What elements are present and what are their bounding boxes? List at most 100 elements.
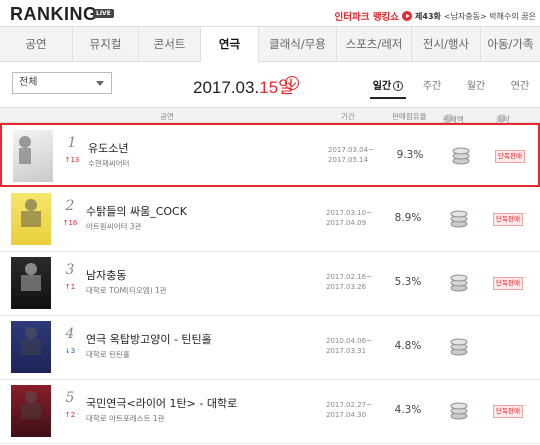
chevron-down-icon bbox=[96, 81, 104, 86]
period-start: 2010.04.06~ bbox=[326, 337, 372, 345]
period-tabs: 일간 i 주간 월간 연간 bbox=[366, 77, 540, 99]
ranking-show-banner[interactable]: 인터파크 랭킹쇼 제43화 <남자충동> 박해수의 꿈은 bbox=[335, 9, 536, 23]
market-share: 4.3% bbox=[394, 404, 422, 416]
promo-episode: 제43화 bbox=[415, 11, 441, 21]
exclusive-sale-badge[interactable]: 단독판매 bbox=[495, 150, 525, 163]
show-poster[interactable] bbox=[11, 385, 51, 437]
filter-bar: 전체 2017.03.15일 일간 i 주간 월간 연간 bbox=[0, 62, 540, 104]
ranking-logo[interactable]: RANKING bbox=[10, 4, 98, 25]
tab-performance[interactable]: 공연 bbox=[0, 27, 73, 62]
market-share: 8.9% bbox=[394, 212, 422, 224]
table-header: 공연 기간 판매점유율 판매액? 좌석? bbox=[0, 107, 540, 124]
rank-change: ↑2 bbox=[64, 411, 76, 419]
show-title[interactable]: 남자충동 bbox=[86, 267, 126, 283]
market-share: 9.3% bbox=[396, 149, 424, 161]
period-start: 2017.02.27~ bbox=[326, 401, 372, 409]
col-period: 기간 bbox=[341, 112, 355, 121]
period-start: 2017.03.10~ bbox=[326, 209, 372, 217]
tab-kids-family[interactable]: 아동/가족 bbox=[481, 27, 540, 62]
show-poster[interactable] bbox=[13, 130, 53, 182]
tab-play[interactable]: 연극 bbox=[201, 27, 259, 63]
period-end: 2017.03.26 bbox=[326, 283, 367, 291]
show-venue: 대학로 틴틴홀 bbox=[86, 350, 130, 359]
show-poster[interactable] bbox=[11, 193, 51, 245]
market-share: 5.3% bbox=[394, 276, 422, 288]
period-end: 2017.04.30 bbox=[326, 411, 367, 419]
show-venue: 대학로 TOM(티오엠) 1관 bbox=[86, 286, 167, 295]
show-poster[interactable] bbox=[11, 257, 51, 309]
show-period: 2017.02.16~ 2017.03.26 bbox=[326, 272, 372, 292]
show-title[interactable]: 수탉들의 싸움_COCK bbox=[86, 203, 187, 219]
period-end: 2017.05.14 bbox=[328, 156, 369, 164]
show-venue: 수현재씨어터 bbox=[88, 159, 130, 168]
help-icon[interactable]: ? bbox=[445, 114, 453, 122]
tab-concert[interactable]: 콘서트 bbox=[139, 27, 201, 62]
play-icon[interactable] bbox=[402, 11, 413, 21]
col-share: 판매점유율 bbox=[392, 112, 427, 121]
poster-image bbox=[21, 199, 41, 227]
help-icon[interactable]: ? bbox=[498, 114, 506, 122]
show-period: 2017.02.27~ 2017.04.30 bbox=[326, 400, 372, 420]
rank-number: 1 bbox=[67, 135, 77, 151]
coins-icon[interactable] bbox=[449, 271, 469, 293]
poster-image bbox=[21, 263, 41, 291]
show-venue: 아트원씨어터 3관 bbox=[86, 222, 142, 231]
period-start: 2017.03.04~ bbox=[328, 146, 374, 154]
rank-change: ↑1 bbox=[64, 283, 76, 291]
show-poster[interactable] bbox=[11, 321, 51, 373]
period-yearly[interactable]: 연간 bbox=[498, 77, 540, 92]
show-title[interactable]: 연극 옥탑방고양이 - 틴틴홀 bbox=[86, 331, 212, 347]
category-select-value: 전체 bbox=[19, 77, 38, 88]
ranking-row[interactable]: 4 ↓3 연극 옥탑방고양이 - 틴틴홀 대학로 틴틴홀 2010.04.06~… bbox=[0, 316, 540, 380]
ranking-row[interactable]: 3 ↑1 남자충동 대학로 TOM(티오엠) 1관 2017.02.16~ 20… bbox=[0, 252, 540, 316]
tab-classic-dance[interactable]: 클래식/무용 bbox=[259, 27, 337, 62]
live-badge: LIVE bbox=[93, 9, 114, 18]
show-period: 2017.03.10~ 2017.04.09 bbox=[326, 208, 372, 228]
promo-text: <남자충동> 박해수의 꿈은 bbox=[443, 11, 536, 21]
ranking-row[interactable]: 5 ↑2 국민연극<라이어 1탄> - 대학로 대학로 아트포레스트 1관 20… bbox=[0, 380, 540, 444]
rank-change: ↑16 bbox=[62, 219, 78, 227]
ranking-row[interactable]: 2 ↑16 수탉들의 싸움_COCK 아트원씨어터 3관 2017.03.10~… bbox=[0, 188, 540, 252]
col-show: 공연 bbox=[160, 112, 174, 121]
show-venue: 대학로 아트포레스트 1관 bbox=[86, 414, 165, 423]
rank-number: 3 bbox=[65, 262, 75, 278]
coins-icon[interactable] bbox=[449, 207, 469, 229]
rank-number: 4 bbox=[65, 326, 75, 342]
exclusive-sale-badge[interactable]: 단독판매 bbox=[493, 213, 523, 226]
exclusive-sale-badge[interactable]: 단독판매 bbox=[493, 277, 523, 290]
date-prefix: 2017.03. bbox=[193, 78, 260, 97]
ranking-row[interactable]: 1 ↑13 유도소년 수현재씨어터 2017.03.04~ 2017.05.14… bbox=[0, 123, 540, 187]
show-title[interactable]: 유도소년 bbox=[88, 140, 128, 156]
ranking-date: 2017.03.15일 bbox=[193, 73, 294, 98]
coins-icon[interactable] bbox=[449, 335, 469, 357]
rank-change: ↓3 bbox=[64, 347, 76, 355]
period-end: 2017.04.09 bbox=[326, 219, 367, 227]
show-period: 2017.03.04~ 2017.05.14 bbox=[328, 145, 374, 165]
rank-number: 2 bbox=[65, 198, 75, 214]
poster-image bbox=[21, 327, 41, 355]
tab-exhibition-event[interactable]: 전시/행사 bbox=[412, 27, 481, 62]
show-title[interactable]: 국민연극<라이어 1탄> - 대학로 bbox=[86, 395, 237, 411]
show-period: 2010.04.06~ 2017.03.31 bbox=[326, 336, 372, 356]
market-share: 4.8% bbox=[394, 340, 422, 352]
info-icon[interactable]: i bbox=[393, 81, 404, 91]
period-end: 2017.03.31 bbox=[326, 347, 367, 355]
period-weekly[interactable]: 주간 bbox=[410, 77, 454, 92]
exclusive-sale-badge[interactable]: 단독판매 bbox=[493, 405, 523, 418]
category-select[interactable]: 전체 bbox=[12, 72, 112, 94]
rank-change: ↑13 bbox=[64, 156, 80, 164]
period-daily[interactable]: 일간 i bbox=[366, 77, 410, 99]
rank-number: 5 bbox=[65, 390, 75, 406]
poster-image bbox=[21, 391, 41, 419]
period-daily-label: 일간 bbox=[372, 81, 392, 92]
tab-sports-leisure[interactable]: 스포츠/레저 bbox=[337, 27, 412, 62]
period-monthly[interactable]: 월간 bbox=[454, 77, 498, 92]
genre-tabs: 공연 뮤지컬 콘서트 연극 클래식/무용 스포츠/레저 전시/행사 아동/가족 bbox=[0, 26, 540, 63]
period-start: 2017.02.16~ bbox=[326, 273, 372, 281]
coins-icon[interactable] bbox=[451, 144, 471, 166]
tab-musical[interactable]: 뮤지컬 bbox=[73, 27, 139, 62]
poster-image bbox=[19, 136, 31, 164]
date-picker-icon[interactable] bbox=[285, 76, 299, 90]
promo-brand: 인터파크 랭킹쇼 bbox=[334, 12, 400, 23]
coins-icon[interactable] bbox=[449, 399, 469, 421]
